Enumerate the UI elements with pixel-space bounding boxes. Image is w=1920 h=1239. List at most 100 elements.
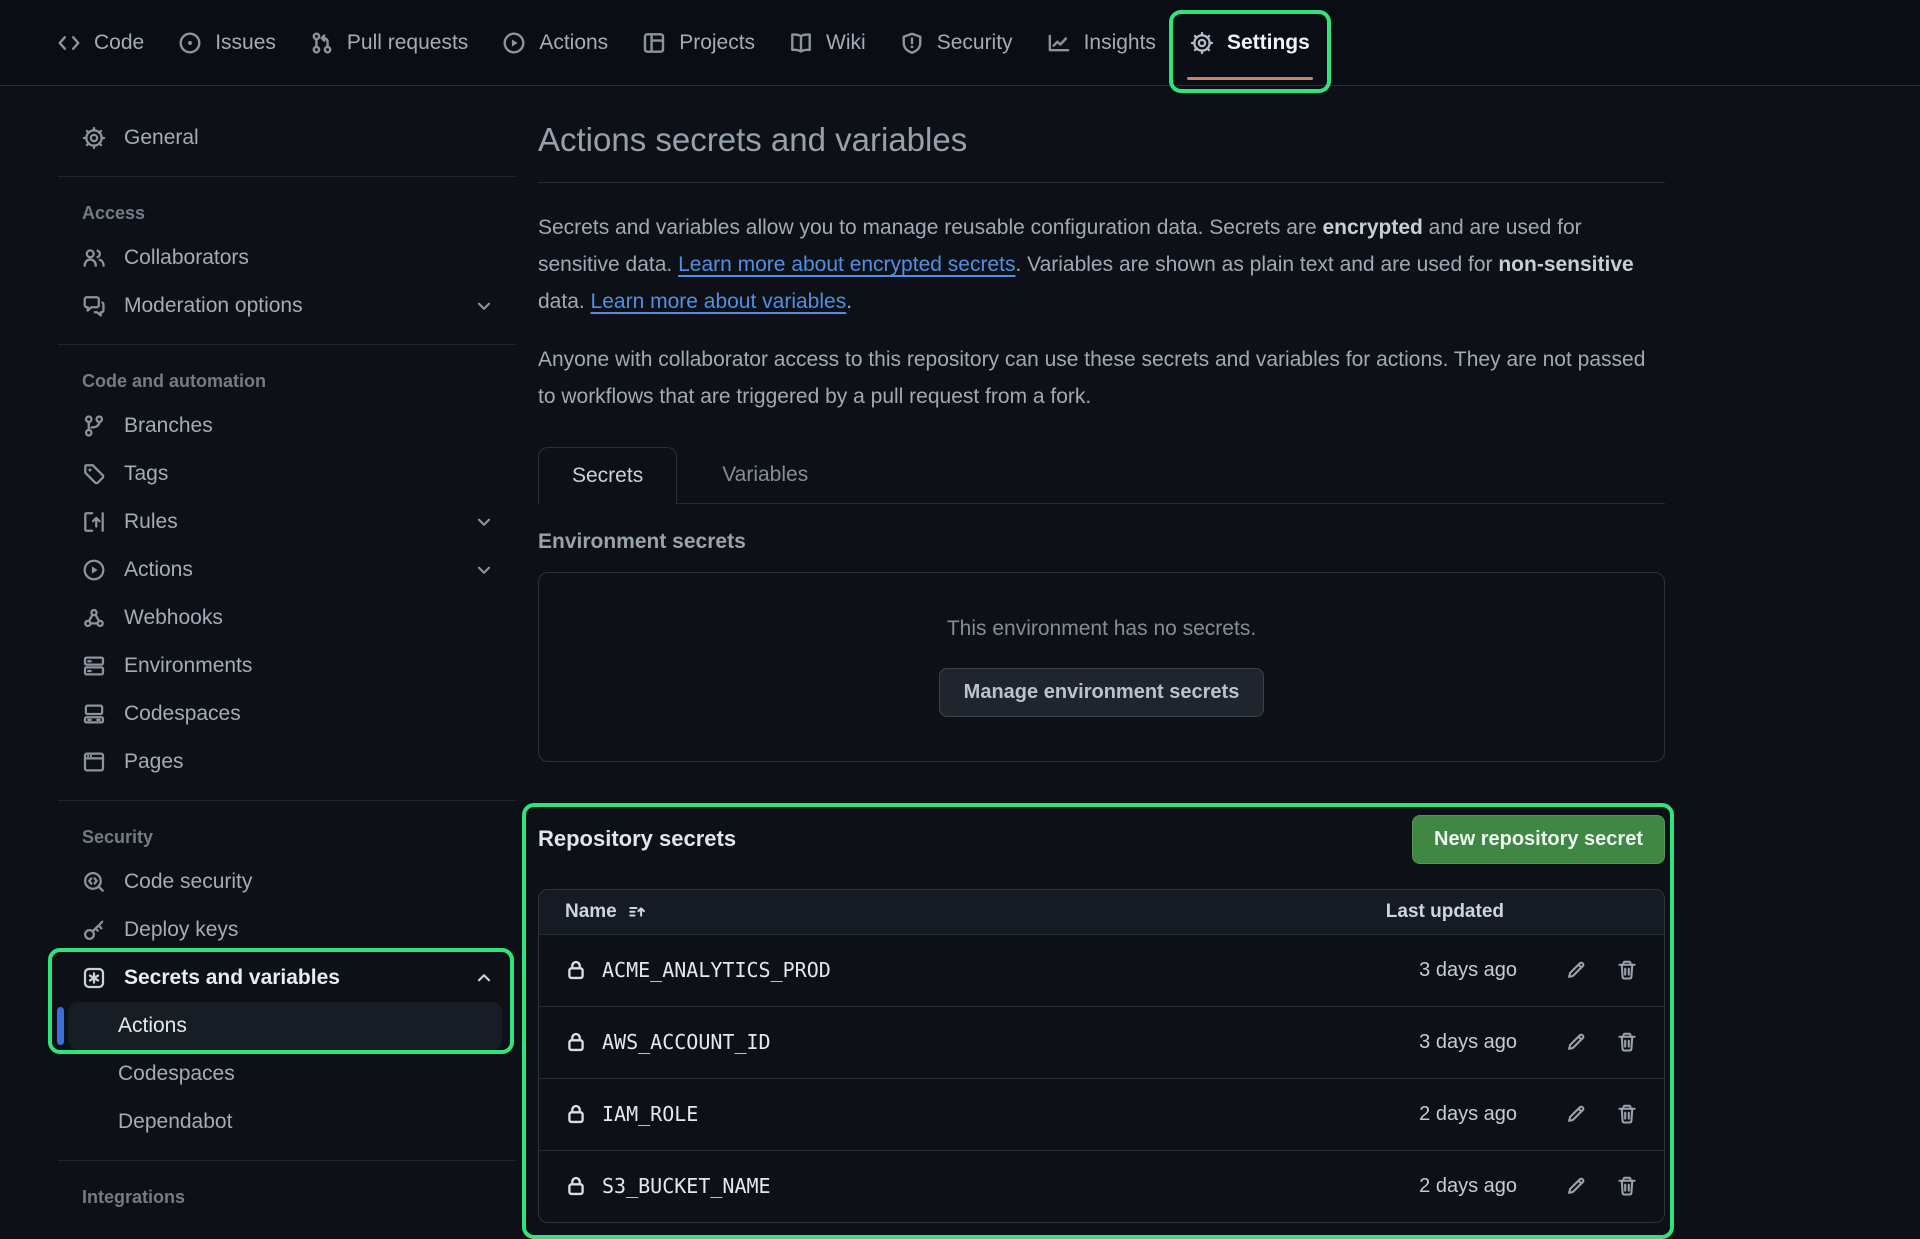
delete-secret-button[interactable] <box>1616 959 1638 981</box>
tab-variables[interactable]: Variables <box>689 447 841 503</box>
git-branch-icon <box>82 414 106 438</box>
server-icon <box>82 654 106 678</box>
nav-tab-wiki[interactable]: Wiki <box>772 0 883 86</box>
nav-tab-code[interactable]: Code <box>40 0 161 86</box>
sidebar-subitem-label: Actions <box>118 1014 187 1038</box>
divider <box>58 176 516 177</box>
pencil-icon <box>1565 1175 1587 1197</box>
sidebar-section-header-integrations: Integrations <box>82 1187 522 1208</box>
sidebar-item-collaborators[interactable]: Collaborators <box>58 234 522 282</box>
trash-icon <box>1616 1031 1638 1053</box>
comment-discussion-icon <box>82 294 106 318</box>
nav-tab-label: Settings <box>1227 31 1310 55</box>
repository-secrets-section: Repository secrets New repository secret… <box>538 808 1665 1223</box>
nav-tab-settings[interactable]: Settings <box>1173 0 1327 86</box>
sidebar-item-general[interactable]: General <box>58 114 522 162</box>
sidebar-item-deploy-keys[interactable]: Deploy keys <box>58 906 522 954</box>
manage-environment-secrets-button[interactable]: Manage environment secrets <box>939 668 1265 717</box>
sidebar-item-environments[interactable]: Environments <box>58 642 522 690</box>
tab-secrets[interactable]: Secrets <box>538 447 677 504</box>
nav-tab-actions[interactable]: Actions <box>485 0 625 86</box>
sidebar-item-label: Webhooks <box>124 606 223 630</box>
delete-secret-button[interactable] <box>1616 1175 1638 1197</box>
sidebar-subitem-label: Codespaces <box>118 1062 235 1086</box>
sidebar-item-code-security[interactable]: Code security <box>58 858 522 906</box>
trash-icon <box>1616 959 1638 981</box>
divider <box>58 1160 516 1161</box>
sidebar-item-label: Codespaces <box>124 702 241 726</box>
sidebar-item-pages[interactable]: Pages <box>58 738 522 786</box>
divider <box>58 344 516 345</box>
row-actions <box>1565 1031 1638 1053</box>
sidebar-item-label: Tags <box>124 462 168 486</box>
learn-more-encrypted-secrets-link[interactable]: Learn more about encrypted secrets <box>678 253 1015 276</box>
repository-secrets-table: Name Last updated ACME_ANALYTICS_PROD 3 … <box>538 889 1665 1223</box>
sidebar-subitem-dependabot[interactable]: Dependabot <box>58 1098 522 1146</box>
secrets-and-variables-group: Secrets and variables Actions <box>58 954 522 1050</box>
gear-icon <box>1190 31 1214 55</box>
intro-paragraph: Secrets and variables allow you to manag… <box>538 209 1665 320</box>
table-header-row: Name Last updated <box>539 890 1664 934</box>
sidebar-item-label: General <box>124 126 199 150</box>
edit-secret-button[interactable] <box>1565 1031 1587 1053</box>
sidebar-item-moderation-options[interactable]: Moderation options <box>58 282 522 330</box>
divider <box>58 800 516 801</box>
intro-text: . Variables are shown as plain text and … <box>1015 253 1498 276</box>
column-header-name[interactable]: Name <box>565 901 647 923</box>
tag-icon <box>82 462 106 486</box>
lock-icon <box>565 959 587 981</box>
lock-icon <box>565 1031 587 1053</box>
table-row: ACME_ANALYTICS_PROD 3 days ago <box>539 934 1664 1006</box>
new-repository-secret-button[interactable]: New repository secret <box>1412 815 1665 864</box>
nav-tab-label: Issues <box>215 31 276 55</box>
delete-secret-button[interactable] <box>1616 1031 1638 1053</box>
sidebar-item-tags[interactable]: Tags <box>58 450 522 498</box>
nav-tab-security[interactable]: Security <box>883 0 1030 86</box>
sidebar-item-label: Environments <box>124 654 252 678</box>
issue-opened-icon <box>178 31 202 55</box>
secret-name-label: S3_BUCKET_NAME <box>602 1174 771 1198</box>
intro-text: . <box>846 290 852 313</box>
code-icon <box>57 31 81 55</box>
intro-text: data. <box>538 290 591 313</box>
sidebar-item-rules[interactable]: Rules <box>58 498 522 546</box>
secret-name: S3_BUCKET_NAME <box>565 1174 771 1198</box>
nav-tab-insights[interactable]: Insights <box>1030 0 1173 86</box>
active-item-accent-bar <box>57 1007 64 1045</box>
sort-ascending-icon <box>627 902 647 922</box>
nav-tab-label: Wiki <box>826 31 866 55</box>
nav-tab-label: Security <box>937 31 1013 55</box>
repository-secrets-heading: Repository secrets <box>538 826 736 852</box>
nav-tab-pull-requests[interactable]: Pull requests <box>293 0 485 86</box>
sidebar-item-label: Actions <box>124 558 193 582</box>
nav-tab-projects[interactable]: Projects <box>625 0 772 86</box>
browser-icon <box>82 750 106 774</box>
sidebar-item-label: Deploy keys <box>124 918 238 942</box>
sidebar-item-codespaces[interactable]: Codespaces <box>58 690 522 738</box>
sidebar-subitem-actions-active[interactable]: Actions <box>68 1002 502 1050</box>
nav-tab-issues[interactable]: Issues <box>161 0 293 86</box>
edit-secret-button[interactable] <box>1565 959 1587 981</box>
sidebar-section-header-security: Security <box>82 827 522 848</box>
webhook-icon <box>82 606 106 630</box>
code-scan-icon <box>82 870 106 894</box>
sidebar-item-label: Rules <box>124 510 178 534</box>
table-icon <box>642 31 666 55</box>
sidebar-subitem-codespaces[interactable]: Codespaces <box>58 1050 522 1098</box>
sidebar-item-secrets-and-variables[interactable]: Secrets and variables <box>58 954 522 1002</box>
git-pull-request-icon <box>310 31 334 55</box>
sidebar-section-header-code-automation: Code and automation <box>82 371 522 392</box>
sidebar-item-label: Branches <box>124 414 213 438</box>
environment-empty-message: This environment has no secrets. <box>947 617 1256 641</box>
shield-icon <box>900 31 924 55</box>
edit-secret-button[interactable] <box>1565 1175 1587 1197</box>
sidebar-item-actions[interactable]: Actions <box>58 546 522 594</box>
edit-secret-button[interactable] <box>1565 1103 1587 1125</box>
sidebar-item-branches[interactable]: Branches <box>58 402 522 450</box>
last-updated-value: 3 days ago <box>1419 1031 1517 1054</box>
learn-more-variables-link[interactable]: Learn more about variables <box>591 290 847 313</box>
secrets-variables-tabstrip: Secrets Variables <box>538 447 1665 504</box>
delete-secret-button[interactable] <box>1616 1103 1638 1125</box>
page-title: Actions secrets and variables <box>538 120 1665 160</box>
sidebar-item-webhooks[interactable]: Webhooks <box>58 594 522 642</box>
